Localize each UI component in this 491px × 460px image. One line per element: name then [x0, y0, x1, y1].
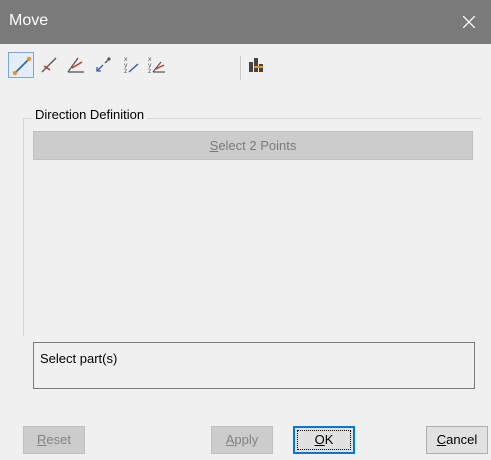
- focus-rectangle: [297, 430, 351, 450]
- status-box: Select part(s): [33, 342, 475, 389]
- direction-toolbar: x y z x y z: [0, 48, 491, 84]
- cancel-mnemonic: C: [436, 432, 447, 447]
- toolbar-separator: [240, 56, 241, 80]
- cancel-button[interactable]: Cancel: [426, 426, 488, 454]
- select-mnemonic: S: [209, 138, 219, 153]
- reset-button[interactable]: Reset: [23, 426, 85, 454]
- svg-text:z: z: [124, 68, 127, 75]
- apply-button[interactable]: Apply: [211, 426, 273, 454]
- two-points-direction-icon: [12, 56, 32, 76]
- apply-label-rest: pply: [234, 432, 259, 447]
- axis-plane-direction-icon: x y z: [148, 56, 165, 75]
- reset-mnemonic: R: [37, 432, 47, 447]
- axis-direction-icon: x y z: [124, 56, 139, 75]
- vector-direction-icon: [96, 57, 111, 72]
- select-label-rest: elect 2 Points: [218, 138, 297, 153]
- two-points-direction-button[interactable]: [8, 52, 34, 78]
- line-direction-button[interactable]: [36, 52, 62, 78]
- line-angle-direction-icon: [67, 57, 84, 73]
- window-title: Move: [9, 12, 49, 29]
- title-bar: Move: [0, 0, 491, 44]
- axis-plane-direction-button[interactable]: x y z: [143, 52, 169, 78]
- svg-text:z: z: [148, 68, 151, 75]
- reset-label-rest: eset: [46, 432, 71, 447]
- cancel-label-rest: ancel: [446, 432, 478, 447]
- status-text: Select part(s): [40, 351, 118, 366]
- vector-direction-button[interactable]: [90, 52, 116, 78]
- direction-definition-legend: Direction Definition: [32, 107, 148, 122]
- axis-direction-button[interactable]: x y z: [117, 52, 143, 78]
- measure-icon: [249, 58, 263, 72]
- line-angle-direction-button[interactable]: [63, 52, 89, 78]
- line-direction-icon: [41, 57, 57, 73]
- ok-button[interactable]: OK: [293, 426, 355, 454]
- select-2-points-button[interactable]: Select 2 Points: [33, 131, 473, 160]
- measure-button[interactable]: [243, 52, 269, 78]
- close-icon: [463, 16, 475, 28]
- close-button[interactable]: [447, 0, 491, 44]
